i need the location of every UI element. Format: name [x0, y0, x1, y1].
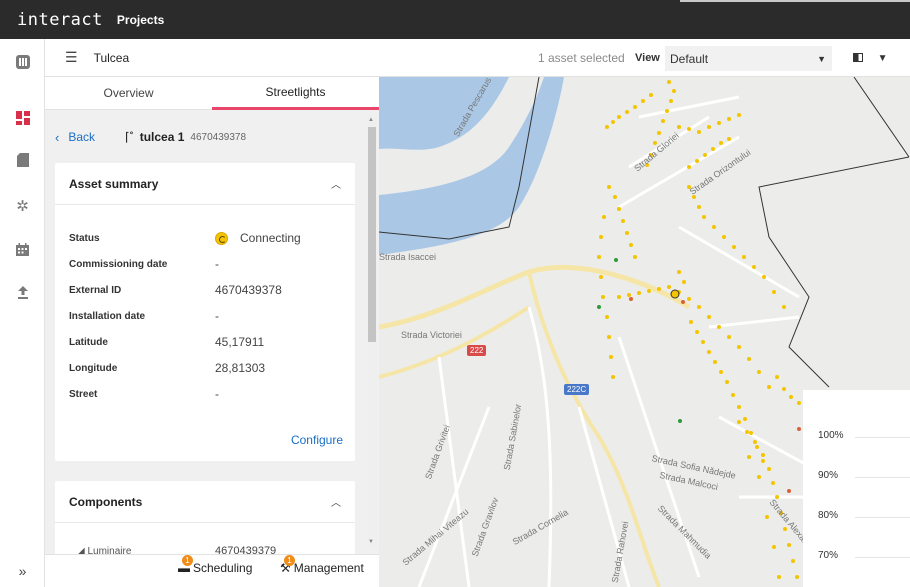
- panel-scrollbar[interactable]: ▲ ▼: [367, 117, 377, 547]
- selection-count: 1 asset selected: [538, 50, 625, 65]
- connecting-status-icon: [215, 231, 228, 245]
- asset-name: tulcea 1: [139, 130, 185, 144]
- street: [527, 306, 553, 587]
- app-brand[interactable]: interact: [17, 10, 103, 30]
- tab-overview[interactable]: Overview: [45, 77, 212, 110]
- asset-title: ⌈˚ tulcea 1: [125, 130, 184, 144]
- view-select[interactable]: Default ▼: [665, 46, 832, 71]
- dashboard-icon[interactable]: [0, 103, 45, 133]
- chevron-down-icon: ▼: [817, 53, 826, 64]
- nav-projects[interactable]: Projects: [117, 13, 164, 27]
- streetlight-icon: ⌈˚: [125, 130, 134, 144]
- chart-grid-line: [855, 477, 910, 478]
- left-rail: ✲: [0, 39, 45, 587]
- summary-value: -: [215, 387, 219, 401]
- summary-value: -: [215, 257, 219, 271]
- calendar-icon[interactable]: [0, 234, 45, 264]
- components-title: Components: [69, 494, 143, 509]
- chevron-up-icon[interactable]: ︿: [331, 494, 341, 509]
- river-north: [379, 77, 509, 150]
- configure-link[interactable]: Configure: [291, 433, 343, 447]
- summary-key: Commissioning date: [69, 258, 168, 270]
- upload-icon[interactable]: [0, 277, 45, 307]
- panel-toggle-button[interactable]: ▼: [845, 46, 895, 71]
- project-title: Tulcea: [93, 50, 130, 65]
- chart-overlay: 100% 90% 80% 70%: [803, 390, 910, 587]
- asset-breadcrumb: ‹ Back ⌈˚ tulcea 1 4670439378: [55, 127, 246, 147]
- road-number-badge: 222C: [564, 384, 590, 395]
- panel-tabs: Overview Streetlights: [45, 77, 379, 110]
- top-edge-line: [680, 0, 910, 2]
- summary-key: Street: [69, 388, 98, 400]
- top-bar: interact Projects: [0, 0, 910, 39]
- summary-value: 4670439378: [215, 283, 282, 297]
- management-label: Management: [293, 561, 364, 575]
- summary-row: Commissioning date -: [69, 254, 349, 274]
- tab-streetlights[interactable]: Streetlights: [212, 77, 379, 110]
- status-text: Connecting: [240, 231, 301, 245]
- chart-y-tick: 80%: [818, 510, 839, 521]
- scheduling-label: Scheduling: [193, 561, 253, 575]
- document-icon[interactable]: [0, 145, 45, 175]
- summary-key: Latitude: [69, 336, 108, 348]
- gear-icon[interactable]: ✲: [0, 191, 45, 221]
- boundary-line-east: [758, 77, 910, 388]
- asset-summary-card: Asset summary ︿ Status Connecting Commis…: [55, 163, 355, 461]
- asset-summary-title: Asset summary: [69, 176, 159, 191]
- view-select-value: Default: [670, 51, 709, 66]
- summary-value: 45,17911: [215, 335, 265, 349]
- notification-badge: 1: [284, 555, 295, 566]
- notification-badge: 1: [182, 555, 193, 566]
- scrollbar-thumb[interactable]: [368, 127, 376, 342]
- chart-grid-line: [855, 517, 910, 518]
- summary-row: External ID 4670439378: [69, 280, 349, 300]
- summary-row: Latitude 45,17911: [69, 332, 349, 352]
- summary-row: Installation date -: [69, 306, 349, 326]
- menu-icon[interactable]: ☰: [65, 49, 78, 66]
- chart-y-tick: 100%: [818, 430, 844, 441]
- summary-key: Installation date: [69, 310, 146, 322]
- chart-grid-line: [855, 437, 910, 438]
- chevron-up-icon[interactable]: ︿: [331, 176, 341, 191]
- panel-layout-icon: [852, 52, 863, 65]
- chevron-left-icon: ‹: [55, 129, 60, 145]
- summary-row: Longitude 28,81303: [69, 358, 349, 378]
- summary-value: Connecting: [215, 231, 301, 245]
- asset-panel: Overview Streetlights ‹ Back ⌈˚ tulcea 1 …: [45, 77, 379, 587]
- summary-value: 28,81303: [215, 361, 266, 375]
- summary-key: External ID: [69, 284, 122, 296]
- project-header: ☰ Tulcea 1 asset selected View Default ▼…: [45, 39, 910, 77]
- summary-value: -: [215, 309, 219, 323]
- chevron-down-icon: ▼: [877, 53, 888, 64]
- back-label: Back: [68, 130, 96, 144]
- scroll-down-icon[interactable]: ▼: [368, 539, 374, 545]
- scroll-up-icon[interactable]: ▲: [368, 117, 374, 123]
- grid-icon[interactable]: [0, 47, 45, 77]
- selected-streetlight: [670, 289, 680, 299]
- map-street-label: Strada Victoriei: [401, 330, 462, 340]
- expand-rail-icon[interactable]: »: [0, 555, 45, 587]
- back-button[interactable]: ‹ Back: [55, 130, 95, 145]
- wrench-icon: ⚒ 1: [280, 555, 295, 575]
- chart-y-tick: 70%: [818, 550, 839, 561]
- summary-row: Status Connecting: [69, 228, 349, 248]
- summary-key: Status: [69, 232, 100, 244]
- calendar-icon: ▬ 1: [178, 555, 193, 575]
- chart-grid-line: [855, 557, 910, 558]
- asset-id: 4670439378: [190, 131, 247, 143]
- main-road: [379, 305, 531, 379]
- map-view[interactable]: Strada Victoriei Strada Sofia Nădejde St…: [379, 77, 910, 587]
- components-card: Components ︿ ◢ Luminaire 4670439379: [55, 481, 355, 561]
- road-number-badge: 222: [467, 345, 487, 356]
- summary-key: Longitude: [69, 362, 118, 374]
- scheduling-button[interactable]: ▬ 1 Scheduling: [178, 555, 253, 575]
- map-street-label: Strada Isaccei: [379, 252, 437, 262]
- panel-bottom-bar: ▬ 1 Scheduling ⚒ 1 Management: [45, 554, 379, 587]
- components-header[interactable]: Components ︿: [55, 481, 355, 523]
- management-button[interactable]: ⚒ 1 Management: [280, 555, 364, 575]
- view-label: View: [635, 51, 660, 64]
- chart-y-tick: 90%: [818, 470, 839, 481]
- summary-row: Street -: [69, 384, 349, 404]
- asset-summary-header[interactable]: Asset summary ︿: [55, 163, 355, 205]
